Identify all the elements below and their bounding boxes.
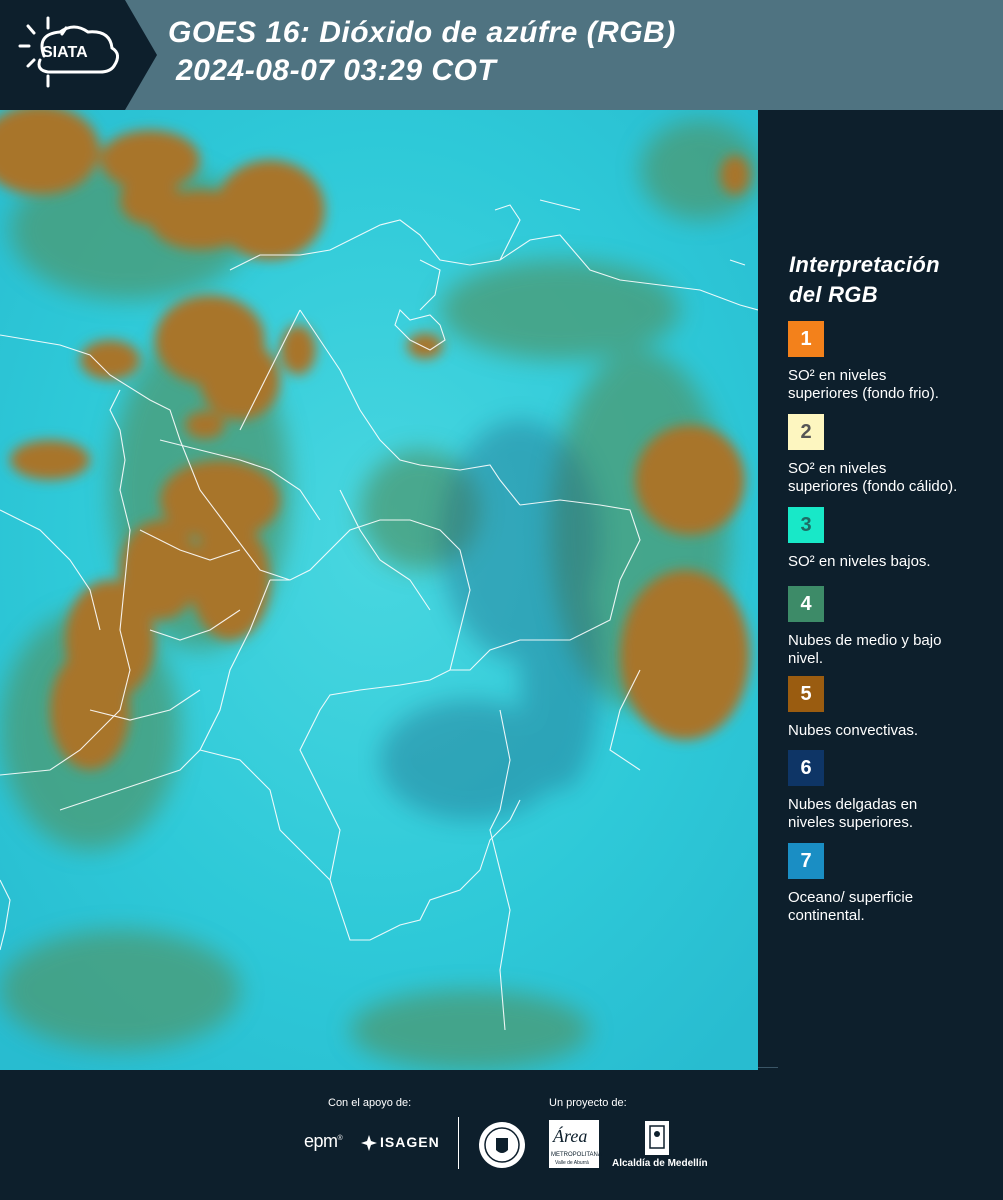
legend-text-line2: superiores (fondo cálido). <box>788 478 958 495</box>
legend-swatch-7: 7 <box>788 843 824 879</box>
legend-text-line1: SO² en niveles bajos. <box>788 553 931 570</box>
footer: Con el apoyo de: Un proyecto de: epm® IS… <box>0 1067 1003 1200</box>
legend-text-line1: SO² en niveles <box>788 367 887 384</box>
legend-title-line1: Interpretación <box>789 252 940 277</box>
area-metropolitana-logo: Área METROPOLITANA Valle de Aburrá <box>549 1120 602 1168</box>
legend-swatch-4: 4 <box>788 586 824 622</box>
legend-swatch-2: 2 <box>788 414 824 450</box>
alcaldia-emblem-icon <box>645 1121 669 1155</box>
legend-text-line1: Nubes delgadas en <box>788 796 918 813</box>
legend-title-line2: del RGB <box>789 282 878 307</box>
satellite-map <box>0 110 758 1070</box>
legend-text-line1: Nubes de medio y bajo <box>788 632 942 649</box>
legend-text-line2: superiores (fondo frio). <box>788 385 939 402</box>
legend-text-2: SO² en niveles superiores (fondo cálido). <box>788 460 988 496</box>
legend-text-4: Nubes de medio y bajo nivel. <box>788 632 988 668</box>
legend-text-line2: niveles superiores. <box>788 814 914 831</box>
header-bar: SIATA GOES 16: Dióxido de azúfre (RGB) 2… <box>0 0 1003 110</box>
satellite-image <box>0 110 758 1070</box>
medellin-seal-icon <box>479 1122 525 1168</box>
legend-text-7: Oceano/ superficie continental. <box>788 889 988 925</box>
area-logo-sub1: METROPOLITANA <box>551 1152 602 1158</box>
legend-text-line2: nivel. <box>788 650 824 667</box>
legend-swatch-1: 1 <box>788 321 824 357</box>
legend-text-line1: SO² en niveles <box>788 460 887 477</box>
legend-divider <box>758 1067 778 1068</box>
isagen-logo-text: ISAGEN <box>380 1134 440 1150</box>
siata-logo-block: SIATA <box>0 0 125 110</box>
legend-text-line1: Oceano/ superficie <box>788 889 914 906</box>
legend-text-6: Nubes delgadas en niveles superiores. <box>788 796 988 832</box>
siata-logo-text: SIATA <box>42 44 88 61</box>
legend-swatch-3: 3 <box>788 507 824 543</box>
project-label: Un proyecto de: <box>549 1097 627 1109</box>
epm-logo-text: epm <box>304 1131 338 1151</box>
legend-text-1: SO² en niveles superiores (fondo frio). <box>788 367 988 403</box>
isagen-icon <box>361 1135 377 1151</box>
alcaldia-text: Alcaldía de Medellín <box>612 1158 708 1169</box>
epm-logo: epm® <box>304 1131 343 1151</box>
area-logo-sub2: Valle de Aburrá <box>555 1160 589 1166</box>
legend-text-line2: continental. <box>788 907 865 924</box>
page-title: GOES 16: Dióxido de azúfre (RGB) <box>168 16 676 49</box>
legend-swatch-5: 5 <box>788 676 824 712</box>
legend-text-5: Nubes convectivas. <box>788 722 988 740</box>
legend-swatch-6: 6 <box>788 750 824 786</box>
logo-arrow-shape <box>125 0 157 110</box>
area-logo-title: Área <box>553 1126 588 1146</box>
legend-panel: Interpretación del RGB 1 SO² en niveles su… <box>760 110 1003 1070</box>
page-timestamp: 2024-08-07 03:29 COT <box>176 54 497 87</box>
support-label: Con el apoyo de: <box>328 1097 412 1109</box>
footer-divider <box>458 1117 459 1169</box>
legend-text-line1: Nubes convectivas. <box>788 722 919 739</box>
legend-text-3: SO² en niveles bajos. <box>788 553 988 571</box>
legend-title: Interpretación del RGB <box>789 250 940 310</box>
